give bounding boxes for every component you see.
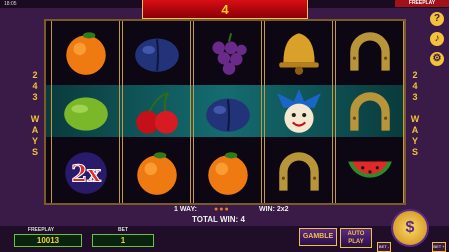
- bet-label: BET: [118, 227, 128, 233]
- win-amount: WIN: 2x2: [259, 206, 289, 213]
- reel-3: [193, 21, 262, 203]
- symbol-horseshoe-icon: [265, 143, 332, 203]
- mode-tag: FREEPLAY: [395, 0, 449, 7]
- win-dots: ●●●: [214, 206, 230, 213]
- symbol-horseshoe-icon: [336, 83, 403, 143]
- reel-1: 2x: [51, 21, 120, 203]
- total-win: TOTAL WIN: 4: [192, 215, 245, 224]
- bet-plus-button[interactable]: BET +: [432, 242, 446, 252]
- freeplay-label: FREEPLAY: [27, 227, 55, 233]
- symbol-cherry-icon: [123, 83, 190, 143]
- side-controls: ? ♪ ⚙: [429, 12, 445, 66]
- gamble-button[interactable]: GAMBLE: [299, 228, 337, 246]
- symbol-plum-icon: [123, 23, 190, 83]
- ways-label-left: 243 WAYS: [30, 70, 40, 157]
- symbol-horseshoe-icon: [336, 23, 403, 83]
- symbol-lime-icon: [52, 83, 119, 143]
- ways-label-right: 243 WAYS: [410, 70, 420, 157]
- symbol-grapes-icon: [194, 23, 261, 83]
- autoplay-button[interactable]: AUTO PLAY: [340, 228, 372, 248]
- symbol-orange-icon: [123, 143, 190, 203]
- clock: 18:05: [4, 1, 17, 7]
- symbol-watermelon-icon: [336, 143, 403, 203]
- help-icon[interactable]: ?: [430, 12, 444, 26]
- symbol-bell-icon: [265, 23, 332, 83]
- symbol-orange-icon: [194, 143, 261, 203]
- win-banner: 4: [142, 0, 308, 19]
- sound-icon[interactable]: ♪: [430, 32, 444, 46]
- symbol-orange-icon: [52, 23, 119, 83]
- settings-icon[interactable]: ⚙: [430, 52, 444, 66]
- symbol-2x-icon: 2x: [52, 143, 119, 203]
- ways-count: 1 WAY:: [174, 206, 197, 213]
- symbol-joker-icon: [265, 83, 332, 143]
- reel-5: [335, 21, 404, 203]
- bet-value: 1: [92, 234, 154, 247]
- symbol-plum-icon: [194, 83, 261, 143]
- reel-4: [264, 21, 333, 203]
- bet-minus-button[interactable]: BET -: [377, 242, 391, 252]
- svg-text:2x: 2x: [71, 161, 101, 187]
- freeplay-balance: 10013: [14, 234, 82, 247]
- spin-button[interactable]: $: [391, 209, 429, 247]
- win-info: 1 WAY: ●●● WIN: 2x2 TOTAL WIN: 4: [44, 204, 406, 226]
- reel-2: [122, 21, 191, 203]
- reels-frame: 2x: [44, 19, 406, 205]
